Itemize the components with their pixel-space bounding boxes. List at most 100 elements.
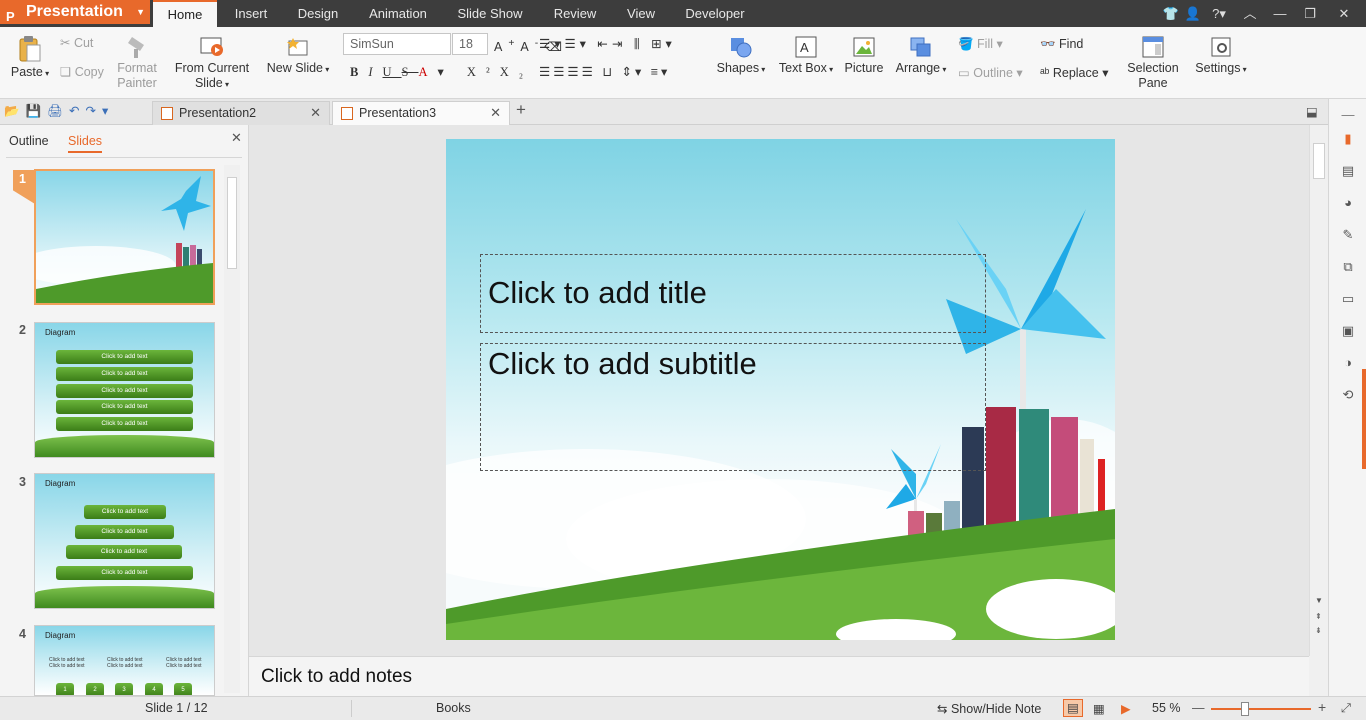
tab-design[interactable]: Design (289, 0, 347, 27)
slide-number: 1 (19, 172, 26, 186)
font-name-select[interactable]: SimSun (343, 33, 451, 55)
current-slide[interactable]: Click to add title Click to add subtitle (446, 139, 1115, 640)
diagram-text: Click to add text Click to add text (166, 657, 202, 669)
shapes-panel-icon[interactable]: ◑ (1340, 355, 1356, 371)
close-icon[interactable]: ✕ (1333, 0, 1355, 27)
tab-slides[interactable]: Slides (68, 134, 103, 153)
tab-home[interactable]: Home (153, 0, 217, 27)
next-slide-icon[interactable]: ⇟ (1315, 623, 1322, 639)
skin-icon[interactable]: 👕 (1160, 0, 1182, 27)
close-panel-icon[interactable]: ✕ (231, 130, 242, 146)
shapes-button[interactable]: Shapes ▾ (712, 35, 770, 77)
title-placeholder[interactable]: Click to add title (480, 254, 986, 333)
paste-button[interactable]: Paste ▾ (8, 35, 52, 81)
format-label: Format (117, 61, 157, 75)
editor-scrollbar[interactable]: ▼ ⇞ ⇟ (1309, 125, 1328, 656)
fill-button[interactable]: 🪣 Fill ▾ (958, 36, 1003, 52)
selection-pane-button[interactable]: Selection Pane (1124, 35, 1182, 91)
show-hide-note-button[interactable]: ⇆ Show/Hide Note (937, 701, 1041, 716)
settings-button[interactable]: Settings ▾ (1190, 35, 1252, 77)
collapse-ribbon-icon[interactable]: ︿ (1239, 0, 1261, 27)
close-tab-icon[interactable]: ✕ (490, 102, 501, 124)
effects-icon[interactable]: ✎ (1340, 227, 1356, 243)
replace-button[interactable]: ᵃᵇ Replace ▾ (1040, 65, 1108, 81)
doc-tab-label: Presentation2 (179, 106, 257, 120)
text-format-buttons[interactable]: BIUSA▾ X²X₂ (350, 64, 533, 80)
tab-outline[interactable]: Outline (9, 134, 49, 148)
cut-button[interactable]: ✂ Cut (60, 35, 93, 51)
fit-window-icon[interactable]: ⤢ (1341, 701, 1351, 716)
help-icon[interactable]: ?▾ (1206, 0, 1232, 27)
copy-button[interactable]: ❏ Copy (60, 64, 104, 80)
layout-icon[interactable]: ▤ (1340, 163, 1356, 179)
panel-scrollbar[interactable] (224, 165, 240, 693)
doc-tab-presentation3[interactable]: Presentation3 ✕ (332, 101, 510, 125)
slide-thumbnail-4[interactable]: Diagram Click to add text Click to add t… (34, 625, 215, 696)
sidebar-expand-handle[interactable] (1362, 369, 1366, 469)
user-icon[interactable]: 👤 (1182, 0, 1204, 27)
diagram-step: 2 (86, 683, 104, 695)
notes-pane[interactable]: Click to add notes (249, 656, 1309, 696)
slide-thumbnail-1[interactable] (34, 169, 215, 305)
animation-icon[interactable]: ▭ (1340, 291, 1356, 307)
quick-access-toolbar[interactable]: 📂💾🖨↶↷▾ (4, 103, 114, 119)
diagram-step: 3 (115, 683, 133, 695)
align-buttons[interactable]: ☰☰☰☰ ⊔ ⇕▾ ≡▾ (539, 64, 670, 80)
theme-icon[interactable]: ◕ (1340, 195, 1356, 211)
tab-developer[interactable]: Developer (678, 0, 752, 27)
close-tab-icon[interactable]: ✕ (310, 102, 321, 124)
scrollbar-thumb[interactable] (1313, 143, 1325, 179)
arrange-button[interactable]: Arrange ▾ (890, 35, 952, 77)
slide-thumbnail-2[interactable]: Diagram Click to add text Click to add t… (34, 322, 215, 458)
replace-icon: ᵃᵇ (1040, 66, 1053, 80)
clipboard-icon (19, 36, 41, 62)
tab-view[interactable]: View (618, 0, 664, 27)
tab-review[interactable]: Review (546, 0, 604, 27)
transition-icon[interactable]: ⧉ (1340, 259, 1356, 275)
slide-sorter-icon[interactable]: ▦ (1093, 701, 1105, 716)
tab-menu-icon[interactable]: ⬓ (1306, 104, 1318, 120)
slides-panel: Outline Slides ✕ 1 2 Diagram Click to ad… (0, 125, 249, 696)
new-document-icon[interactable]: ▮ (1340, 131, 1356, 147)
tab-insert[interactable]: Insert (222, 0, 280, 27)
normal-view-icon[interactable]: ▤ (1063, 699, 1083, 717)
zoom-level: 55 % (1152, 701, 1181, 715)
tab-slide-show[interactable]: Slide Show (449, 0, 531, 27)
new-tab-icon[interactable]: + (516, 101, 526, 118)
zoom-slider[interactable] (1211, 708, 1311, 710)
minimize-icon[interactable]: — (1269, 0, 1291, 27)
diagram-text: Click to add text Click to add text (49, 657, 85, 669)
backup-icon[interactable]: ⟲ (1340, 387, 1356, 403)
text-box-button[interactable]: A Text Box ▾ (774, 35, 838, 77)
font-size-select[interactable]: 18 (452, 33, 488, 55)
subtitle-placeholder[interactable]: Click to add subtitle (480, 343, 986, 471)
slide-design-icon[interactable]: ▣ (1340, 323, 1356, 339)
scroll-down-icon[interactable]: ▼ (1315, 593, 1323, 609)
sidebar-toggle-icon[interactable]: — (1340, 107, 1356, 123)
tab-animation[interactable]: Animation (361, 0, 435, 27)
zoom-in-icon[interactable]: + (1318, 699, 1326, 715)
restore-icon[interactable]: ❐ (1299, 0, 1321, 27)
thumbnail-title: Diagram (45, 328, 76, 337)
outline-button[interactable]: ▭ Outline ▾ (958, 65, 1023, 81)
find-button[interactable]: 👓 Find (1040, 36, 1083, 52)
diagram-step: 4 (145, 683, 163, 695)
zoom-out-icon[interactable]: — (1192, 701, 1205, 715)
list-buttons[interactable]: ☰▾☰▾ ⇤⇥ ⫼ ⊞▾ (539, 36, 676, 52)
slide-thumbnail-3[interactable]: Diagram Click to add text Click to add t… (34, 473, 215, 609)
diagram-bar: Click to add text (66, 545, 182, 559)
new-slide-button[interactable]: New Slide ▾ (262, 35, 334, 77)
doc-tab-presentation2[interactable]: Presentation2 ✕ (152, 101, 330, 125)
presentation-file-icon (341, 107, 353, 120)
app-menu-button[interactable]: P Presentation ▼ (0, 0, 150, 24)
picture-button[interactable]: Picture (842, 35, 886, 76)
slide-number: 3 (19, 475, 26, 489)
diagram-bar: Click to add text (75, 525, 174, 539)
replace-label: Replace (1052, 66, 1099, 80)
format-painter-button[interactable]: Format Painter (112, 35, 162, 91)
outline-label: Outline (973, 66, 1013, 80)
slideshow-view-icon[interactable]: ▶ (1121, 701, 1131, 716)
zoom-slider-thumb[interactable] (1241, 702, 1249, 716)
chevron-down-icon: ▼ (136, 7, 145, 17)
from-current-slide-button[interactable]: From Current Slide ▾ (170, 35, 254, 92)
